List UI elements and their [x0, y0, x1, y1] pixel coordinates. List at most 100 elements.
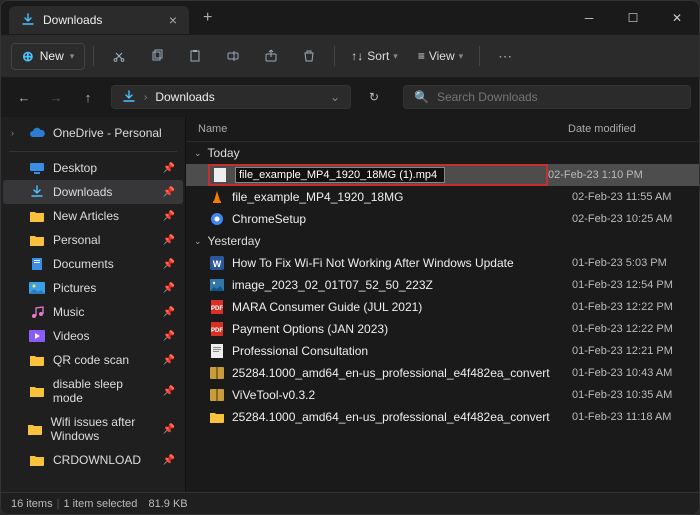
close-tab-icon[interactable]: ×: [169, 12, 177, 28]
chevron-down-icon: ▾: [70, 51, 75, 62]
pic-icon: [29, 281, 45, 295]
sidebar-item-desktop[interactable]: Desktop📌: [3, 156, 183, 180]
share-button[interactable]: [254, 41, 288, 71]
pin-icon: 📌: [163, 386, 175, 397]
rename-input[interactable]: [235, 167, 445, 183]
file-icon: [208, 387, 226, 403]
new-label: New: [40, 49, 64, 63]
file-name: image_2023_02_01T07_52_50_223Z: [232, 278, 572, 292]
sidebar-item-documents[interactable]: Documents📌: [3, 252, 183, 276]
file-row[interactable]: 25284.1000_amd64_en-us_professional_e4f4…: [186, 406, 699, 428]
sidebar-label: OneDrive - Personal: [53, 126, 162, 140]
pin-icon: 📌: [163, 331, 175, 342]
group-label: Yesterday: [208, 234, 261, 248]
delete-button[interactable]: [292, 41, 326, 71]
col-name[interactable]: Name: [198, 123, 568, 135]
file-date: 01-Feb-23 11:18 AM: [572, 411, 671, 423]
up-button[interactable]: ↑: [73, 82, 103, 112]
file-row[interactable]: 25284.1000_amd64_en-us_professional_e4f4…: [186, 362, 699, 384]
file-date: 01-Feb-23 12:54 PM: [572, 279, 673, 291]
paste-button[interactable]: [178, 41, 212, 71]
file-icon: W: [208, 255, 226, 271]
breadcrumb: Downloads: [155, 90, 322, 104]
chevron-down-icon[interactable]: ⌄: [330, 90, 340, 104]
download-icon: [21, 13, 35, 27]
folder-icon: [29, 353, 45, 367]
pin-icon: 📌: [163, 163, 175, 174]
cut-button[interactable]: [102, 41, 136, 71]
maximize-button[interactable]: ☐: [611, 1, 655, 35]
file-row[interactable]: PDFMARA Consumer Guide (JUL 2021)01-Feb-…: [186, 296, 699, 318]
sidebar-item-qr-code-scan[interactable]: QR code scan 📌: [3, 348, 183, 372]
group-header[interactable]: ⌄Today: [186, 142, 699, 164]
rename-button[interactable]: [216, 41, 250, 71]
sidebar-item-crdownload[interactable]: CRDOWNLOAD📌: [3, 448, 183, 472]
file-row[interactable]: Professional Consultation01-Feb-23 12:21…: [186, 340, 699, 362]
file-icon: [208, 343, 226, 359]
titlebar: Downloads × + ─ ☐ ✕: [1, 1, 699, 35]
file-row[interactable]: file_example_MP4_1920_18MG02-Feb-23 11:5…: [186, 186, 699, 208]
back-button[interactable]: ←: [9, 82, 39, 112]
file-row[interactable]: ViVeTool-v0.3.201-Feb-23 10:35 AM: [186, 384, 699, 406]
col-date[interactable]: Date modified: [568, 123, 699, 135]
cloud-icon: [29, 126, 45, 140]
file-icon: PDF: [208, 321, 226, 337]
sidebar-item-label: Documents: [53, 257, 114, 271]
search-box[interactable]: 🔍: [403, 85, 691, 109]
status-selected: 1 item selected: [63, 498, 137, 510]
file-icon: [208, 189, 226, 205]
video-icon: [29, 329, 45, 343]
search-icon: 🔍: [414, 90, 429, 104]
download-icon: [122, 90, 136, 104]
group-header[interactable]: ⌄Yesterday: [186, 230, 699, 252]
status-items: 16 items: [11, 498, 53, 510]
sort-button[interactable]: ↑↓ Sort ▾: [343, 49, 406, 63]
file-name: Payment Options (JAN 2023): [232, 322, 572, 336]
sidebar-item-label: QR code scan: [53, 353, 129, 367]
folder-icon: [29, 453, 45, 467]
copy-button[interactable]: [140, 41, 174, 71]
view-button[interactable]: ≡ View ▾: [410, 49, 471, 63]
sidebar-item-music[interactable]: Music📌: [3, 300, 183, 324]
file-row[interactable]: PDF Payment Options (JAN 2023)01-Feb-23 1…: [186, 318, 699, 340]
refresh-button[interactable]: ↻: [357, 90, 391, 104]
sidebar-item-new-articles[interactable]: New Articles📌: [3, 204, 183, 228]
search-input[interactable]: [437, 90, 680, 104]
pin-icon: 📌: [163, 187, 175, 198]
sidebar-onedrive[interactable]: › OneDrive - Personal: [3, 121, 183, 145]
sidebar-item-downloads[interactable]: Downloads📌: [3, 180, 183, 204]
close-window-button[interactable]: ✕: [655, 1, 699, 35]
file-name: Professional Consultation: [232, 344, 572, 358]
sidebar-item-wifi-issues-after-windows[interactable]: Wifi issues after Windows📌: [3, 410, 183, 448]
file-icon: [208, 211, 226, 227]
sidebar-item-videos[interactable]: Videos📌: [3, 324, 183, 348]
file-icon: [208, 277, 226, 293]
sidebar: › OneDrive - Personal Desktop📌Downloads📌…: [1, 117, 186, 492]
file-row[interactable]: image_2023_02_01T07_52_50_223Z01-Feb-23 …: [186, 274, 699, 296]
file-row[interactable]: WHow To Fix Wi-Fi Not Working After Wind…: [186, 252, 699, 274]
minimize-button[interactable]: ─: [567, 1, 611, 35]
more-button[interactable]: ⋯: [488, 41, 522, 71]
file-row[interactable]: 02-Feb-23 1:10 PM: [186, 164, 699, 186]
file-name: file_example_MP4_1920_18MG: [232, 190, 572, 204]
desktop-icon: [29, 161, 45, 175]
sidebar-item-label: Personal: [53, 233, 100, 247]
address-bar[interactable]: › Downloads ⌄: [111, 85, 351, 109]
sidebar-item-label: Pictures: [53, 281, 96, 295]
sidebar-item-personal[interactable]: Personal📌: [3, 228, 183, 252]
column-headers[interactable]: Name Date modified: [186, 117, 699, 142]
new-button[interactable]: ⊕ New ▾: [11, 43, 85, 70]
sidebar-item-disable-sleep-mode[interactable]: disable sleep mode📌: [3, 372, 183, 410]
tab-downloads[interactable]: Downloads ×: [9, 6, 189, 34]
svg-text:PDF: PDF: [211, 328, 223, 334]
sidebar-item-pictures[interactable]: Pictures📌: [3, 276, 183, 300]
download-icon: [29, 185, 45, 199]
file-date: 01-Feb-23 12:22 PM: [572, 323, 673, 335]
folder-icon: [27, 422, 43, 436]
forward-button[interactable]: →: [41, 82, 71, 112]
file-row[interactable]: ChromeSetup02-Feb-23 10:25 AM: [186, 208, 699, 230]
file-date: 01-Feb-23 5:03 PM: [572, 257, 667, 269]
file-name: ChromeSetup: [232, 212, 572, 226]
pin-icon: 📌: [163, 355, 175, 366]
new-tab-button[interactable]: +: [189, 9, 226, 27]
